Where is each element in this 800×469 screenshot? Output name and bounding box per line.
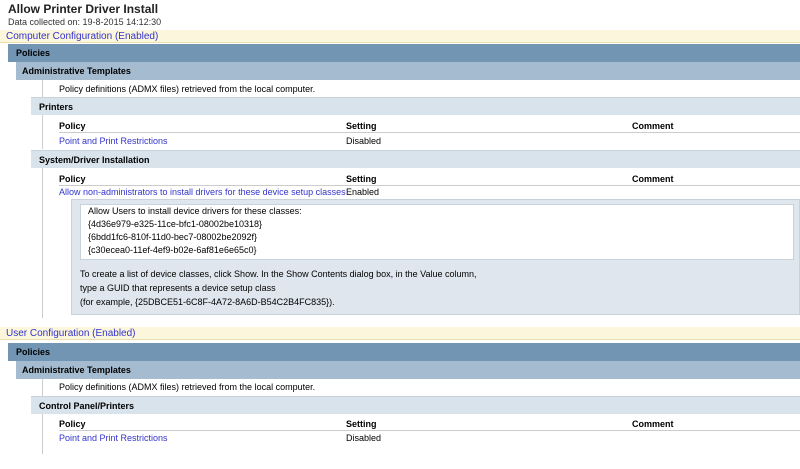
divider [59, 185, 800, 186]
col-policy: Policy [59, 419, 86, 429]
device-class-item: {4d36e979-e325-11ce-bfc1-08002be10318} [88, 219, 262, 229]
divider [42, 80, 43, 97]
divider [42, 379, 43, 396]
divider [42, 115, 43, 149]
help-text: To create a list of device classes, clic… [80, 269, 477, 279]
divider [42, 414, 43, 454]
divider [59, 430, 800, 431]
policy-setting: Enabled [346, 187, 380, 197]
policy-link-point-and-print[interactable]: Point and Print Restrictions [59, 136, 168, 146]
help-text: type a GUID that represents a device set… [80, 283, 276, 293]
divider [59, 132, 800, 133]
col-setting: Setting [346, 419, 377, 429]
device-classes-label: Allow Users to install device drivers fo… [88, 206, 302, 216]
col-policy: Policy [59, 121, 86, 131]
col-setting: Setting [346, 174, 377, 184]
device-class-item: {c30ecea0-11ef-4ef9-b02e-6af81e6e65c0} [88, 245, 257, 255]
user-config-header[interactable]: User Configuration (Enabled) [0, 327, 800, 340]
user-admin-templates-header[interactable]: Administrative Templates [16, 361, 800, 379]
policy-setting: Disabled [346, 433, 382, 443]
admin-note: Policy definitions (ADMX files) retrieve… [59, 84, 316, 94]
admin-note: Policy definitions (ADMX files) retrieve… [59, 382, 316, 392]
col-comment: Comment [632, 121, 674, 131]
collection-date: Data collected on: 19-8-2015 14:12:30 [8, 17, 162, 27]
computer-admin-templates-header[interactable]: Administrative Templates [16, 62, 800, 80]
divider [42, 168, 43, 318]
computer-policies-header[interactable]: Policies [8, 44, 800, 62]
page-title: Allow Printer Driver Install [8, 2, 159, 16]
device-class-item: {6bdd1fc6-810f-11d0-bec7-08002be2092f} [88, 232, 257, 242]
col-policy: Policy [59, 174, 86, 184]
policy-link-point-and-print[interactable]: Point and Print Restrictions [59, 433, 168, 443]
col-comment: Comment [632, 419, 674, 429]
col-comment: Comment [632, 174, 674, 184]
policy-link-allow-non-admins[interactable]: Allow non-administrators to install driv… [59, 187, 346, 197]
col-setting: Setting [346, 121, 377, 131]
computer-config-header[interactable]: Computer Configuration (Enabled) [0, 30, 800, 43]
printers-header[interactable]: Printers [31, 97, 800, 115]
user-policies-header[interactable]: Policies [8, 343, 800, 361]
policy-setting: Disabled [346, 136, 382, 146]
help-text: (for example, {25DBCE51-6C8F-4A72-8A6D-B… [80, 297, 335, 307]
control-panel-printers-header[interactable]: Control Panel/Printers [31, 396, 800, 414]
system-driver-installation-header[interactable]: System/Driver Installation [31, 150, 800, 168]
